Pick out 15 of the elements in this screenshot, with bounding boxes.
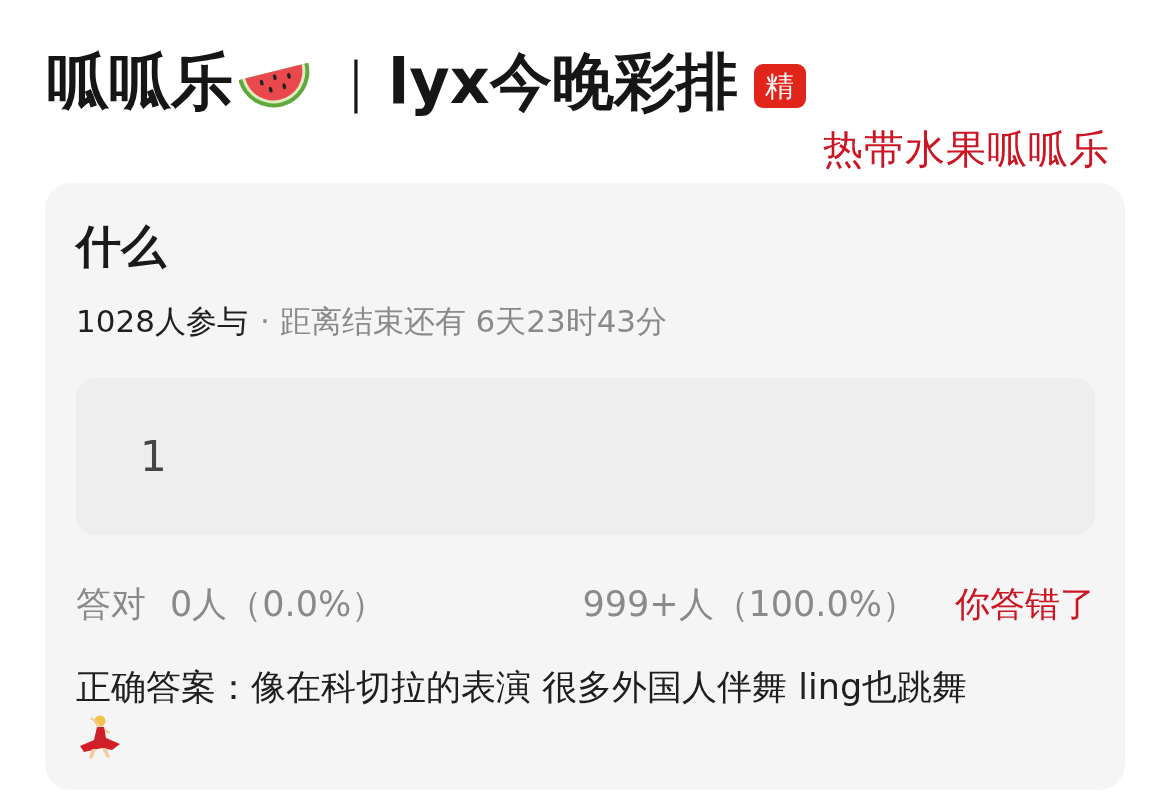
participant-count: 1028人参与	[76, 302, 248, 341]
wrong-count: 999+人（100.0%）	[582, 583, 917, 627]
question-title: 什么	[76, 219, 168, 275]
page-subtitle: lyx今晚彩排	[388, 44, 738, 120]
correct-count: 0人（0.0%）	[170, 583, 387, 627]
countdown-text: · 距离结束还有 6天23时43分	[259, 302, 668, 341]
page-title: 呱呱乐	[47, 44, 233, 120]
answer-field: 1	[76, 378, 1095, 536]
annotation-text: 热带水果呱呱乐	[823, 127, 1110, 171]
correct-label: 答对	[76, 583, 146, 627]
result-text: 你答错了	[955, 583, 1095, 627]
dancer-icon	[78, 714, 122, 761]
correct-answer-text: 正确答案：像在科切拉的表演 很多外国人伴舞 ling也跳舞	[76, 666, 968, 710]
featured-badge: 精	[753, 64, 806, 108]
title-separator: ｜	[329, 49, 382, 115]
